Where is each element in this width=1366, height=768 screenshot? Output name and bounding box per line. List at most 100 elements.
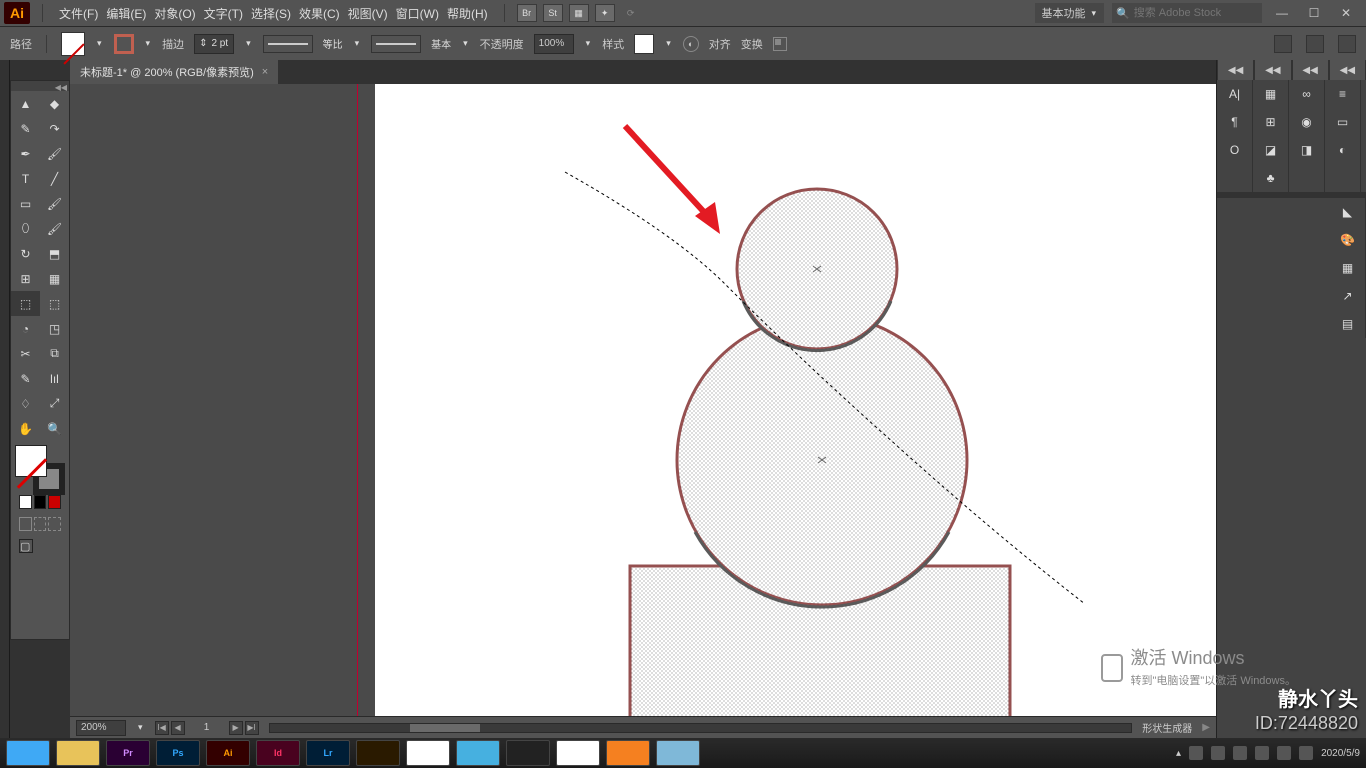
tool-20[interactable]: ✂ — [11, 341, 40, 366]
tool-6[interactable]: T — [11, 166, 40, 191]
canvas[interactable] — [70, 84, 1216, 716]
cc-panel-icon[interactable]: ∞ — [1289, 80, 1325, 108]
taskbar-app[interactable]: Id — [256, 740, 300, 766]
taskbar-app[interactable] — [506, 740, 550, 766]
tool-10[interactable]: ⬯ — [11, 216, 40, 241]
tool-22[interactable]: ✎ — [11, 366, 40, 391]
tool-19[interactable]: ◳ — [40, 316, 69, 341]
taskbar-app[interactable] — [56, 740, 100, 766]
brush-definition[interactable] — [371, 35, 421, 53]
tool-24[interactable]: ♢ — [11, 391, 40, 416]
tool-18[interactable]: ◔ — [11, 316, 40, 341]
recolor-icon[interactable]: ◐ — [683, 36, 699, 52]
panel-tab[interactable]: ◀◀ — [1218, 60, 1253, 80]
graphic-styles-panel-icon[interactable]: ◨ — [1289, 136, 1325, 164]
menu-帮助[interactable]: 帮助(H) — [443, 5, 492, 22]
menu-文字[interactable]: 文字(T) — [200, 5, 247, 22]
tool-21[interactable]: ⧉ — [40, 341, 69, 366]
tool-8[interactable]: ▭ — [11, 191, 40, 216]
menu-效果[interactable]: 效果(C) — [295, 5, 344, 22]
stroke-weight-input[interactable]: ⇕2 pt — [194, 34, 234, 54]
fill-stroke-control[interactable] — [15, 445, 65, 491]
document-tab[interactable]: 未标题-1* @ 200% (RGB/像素预览)× — [70, 60, 278, 84]
tool-1[interactable]: ◆ — [40, 91, 69, 116]
tool-16[interactable]: ⬚ — [11, 291, 40, 316]
appearance-panel-icon[interactable]: ◉ — [1289, 108, 1325, 136]
tool-11[interactable]: 🖌 — [40, 216, 69, 241]
panel-icon-2[interactable] — [1306, 35, 1324, 53]
swatch-black[interactable] — [34, 495, 47, 509]
tray-expand-icon[interactable]: ▴ — [1176, 748, 1181, 759]
tool-27[interactable]: 🔍 — [40, 416, 69, 441]
opentype-panel-icon[interactable]: O — [1217, 136, 1253, 164]
character-panel-icon[interactable]: A| — [1217, 80, 1253, 108]
artboards-panel-icon[interactable]: ◐ — [1325, 136, 1361, 164]
menu-对象[interactable]: 对象(O) — [150, 5, 199, 22]
tool-25[interactable]: ⤢ — [40, 391, 69, 416]
symbols-panel-icon[interactable]: ♣ — [1253, 164, 1289, 192]
transform-icon[interactable] — [773, 37, 787, 51]
sync-icon[interactable]: ⟳ — [621, 4, 641, 22]
asset-panel-icon[interactable]: ▤ — [1330, 310, 1366, 338]
tray-date[interactable]: 2020/5/9 — [1321, 748, 1360, 759]
tool-3[interactable]: ↷ — [40, 116, 69, 141]
shape-panel-icon[interactable]: ◣ — [1330, 198, 1366, 226]
draw-normal-icon[interactable] — [19, 517, 32, 531]
transform-label[interactable]: 变换 — [741, 36, 763, 52]
tool-15[interactable]: ▦ — [40, 266, 69, 291]
zoom-input[interactable]: 200% — [76, 720, 126, 736]
stock-icon[interactable]: St — [543, 4, 563, 22]
taskbar-app[interactable] — [6, 740, 50, 766]
paragraph-panel-icon[interactable]: ¶ — [1217, 108, 1253, 136]
layers-panel-icon[interactable]: ▭ — [1325, 108, 1361, 136]
tool-2[interactable]: ✎ — [11, 116, 40, 141]
tool-13[interactable]: ⬒ — [40, 241, 69, 266]
tray-icon[interactable] — [1255, 746, 1269, 760]
panel-icon-1[interactable] — [1274, 35, 1292, 53]
color-panel-icon[interactable]: 🎨 — [1330, 226, 1366, 254]
draw-inside-icon[interactable] — [48, 517, 61, 531]
align-panel-icon[interactable]: ▦ — [1253, 80, 1289, 108]
arrange-icon[interactable]: ▦ — [569, 4, 589, 22]
taskbar-app[interactable] — [606, 740, 650, 766]
tray-icon[interactable] — [1299, 746, 1313, 760]
panel-menu-icon[interactable] — [1338, 35, 1356, 53]
artboard-navigation[interactable]: I◀◀ 1 ▶▶I — [155, 721, 259, 735]
tool-23[interactable]: lıl — [40, 366, 69, 391]
workspace-dropdown[interactable]: 基本功能▾ — [1035, 3, 1104, 23]
menu-编辑[interactable]: 编辑(E) — [102, 5, 150, 22]
tool-0[interactable]: ▲ — [11, 91, 40, 116]
search-input[interactable]: 🔍 — [1112, 3, 1262, 23]
tool-5[interactable]: 🖌 — [40, 141, 69, 166]
taskbar-app[interactable] — [356, 740, 400, 766]
tray-icon[interactable] — [1189, 746, 1203, 760]
pathfinder-panel-icon[interactable]: ◪ — [1253, 136, 1289, 164]
tool-26[interactable]: ✋ — [11, 416, 40, 441]
tray-icon[interactable] — [1233, 746, 1247, 760]
tool-9[interactable]: 🖌 — [40, 191, 69, 216]
tray-icon[interactable] — [1211, 746, 1225, 760]
taskbar-app[interactable] — [556, 740, 600, 766]
collapse-icon[interactable]: ◀◀ — [55, 83, 67, 89]
lines-panel-icon[interactable]: ≡ — [1325, 80, 1361, 108]
variable-width-profile[interactable] — [263, 35, 313, 53]
gpu-icon[interactable]: ✦ — [595, 4, 615, 22]
taskbar-app[interactable]: Pr — [106, 740, 150, 766]
align-label[interactable]: 对齐 — [709, 36, 731, 52]
menu-选择[interactable]: 选择(S) — [247, 5, 295, 22]
minimize-button[interactable]: — — [1270, 4, 1294, 22]
system-tray[interactable]: ▴ 2020/5/9 — [1176, 746, 1360, 760]
transform-panel-icon[interactable]: ⊞ — [1253, 108, 1289, 136]
maximize-button[interactable]: ☐ — [1302, 4, 1326, 22]
menu-视图[interactable]: 视图(V) — [344, 5, 392, 22]
taskbar-app[interactable] — [406, 740, 450, 766]
tool-14[interactable]: ⊞ — [11, 266, 40, 291]
screen-mode-icon[interactable]: ▢ — [19, 539, 33, 553]
close-button[interactable]: ✕ — [1334, 4, 1358, 22]
bridge-icon[interactable]: Br — [517, 4, 537, 22]
tool-7[interactable]: ╱ — [40, 166, 69, 191]
tray-icon[interactable] — [1277, 746, 1291, 760]
fill-swatch[interactable] — [61, 32, 85, 56]
taskbar-app[interactable]: Lr — [306, 740, 350, 766]
panel-tab[interactable]: ◀◀ — [1255, 60, 1290, 80]
